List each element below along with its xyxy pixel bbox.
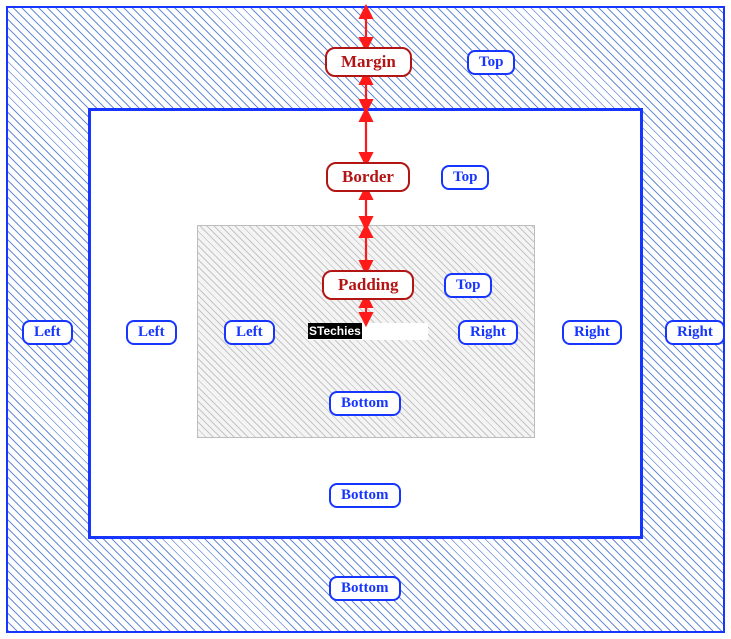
padding-top-label: Top [444, 273, 492, 298]
border-bottom-label: Bottom [329, 483, 401, 508]
border-right-label: Right [562, 320, 622, 345]
border-left-label: Left [126, 320, 177, 345]
margin-top-label: Top [467, 50, 515, 75]
padding-right-label: Right [458, 320, 518, 345]
margin-left-label: Left [22, 320, 73, 345]
border-top-label: Top [441, 165, 489, 190]
border-label: Border [326, 162, 410, 192]
margin-bottom-label: Bottom [329, 576, 401, 601]
content-area: STechies [308, 323, 428, 340]
content-text: STechies [308, 323, 362, 339]
padding-left-label: Left [224, 320, 275, 345]
margin-right-label: Right [665, 320, 725, 345]
padding-label: Padding [322, 270, 414, 300]
margin-label: Margin [325, 47, 412, 77]
padding-bottom-label: Bottom [329, 391, 401, 416]
